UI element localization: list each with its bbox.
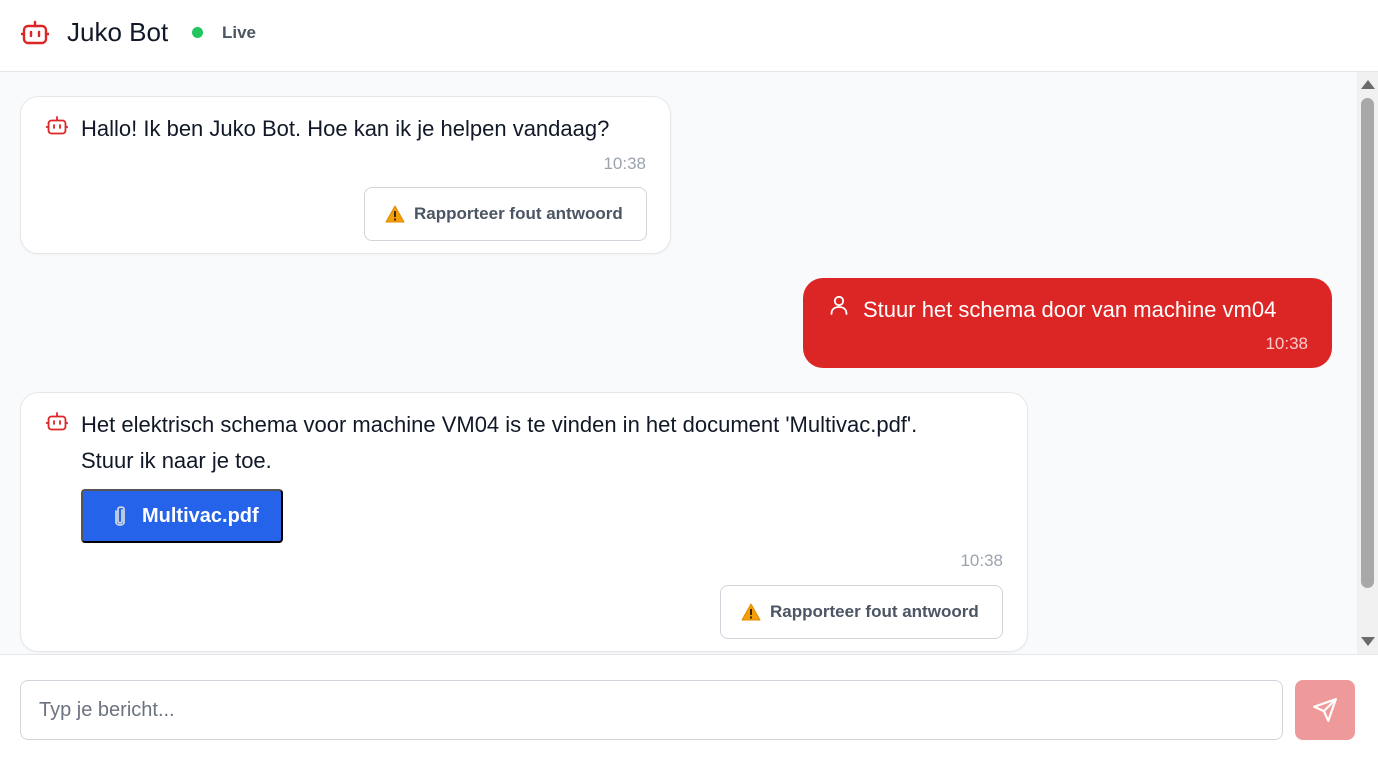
- chat-scrollbar[interactable]: [1357, 72, 1378, 654]
- message-timestamp: 10:38: [603, 154, 646, 173]
- live-status-label: Live: [222, 23, 257, 42]
- message-text: Het elektrisch schema voor machine VM04 …: [81, 412, 918, 437]
- message-text: Hallo! Ik ben Juko Bot. Hoe kan ik je he…: [81, 116, 610, 141]
- paperclip-icon: [115, 506, 125, 526]
- attachment-label: Multivac.pdf: [142, 504, 259, 527]
- user-icon: [830, 295, 848, 315]
- robot-icon: [21, 20, 49, 45]
- live-status-dot: [192, 27, 203, 38]
- bot-message: Het elektrisch schema voor machine VM04 …: [20, 392, 1028, 652]
- attachment-button[interactable]: Multivac.pdf: [81, 489, 283, 543]
- report-button-label: Rapporteer fout antwoord: [770, 602, 979, 621]
- scrollbar-thumb[interactable]: [1361, 98, 1374, 588]
- bot-message: Hallo! Ik ben Juko Bot. Hoe kan ik je he…: [20, 96, 671, 254]
- message-text: Stuur het schema door van machine vm04: [863, 297, 1277, 322]
- report-wrong-answer-button[interactable]: Rapporteer fout antwoord: [720, 585, 1003, 639]
- message-text: Stuur ik naar je toe.: [81, 448, 272, 473]
- app-title: Juko Bot: [67, 17, 169, 47]
- chat-messages: Hallo! Ik ben Juko Bot. Hoe kan ik je he…: [0, 72, 1357, 654]
- message-timestamp: 10:38: [1265, 334, 1308, 353]
- send-icon: [1313, 698, 1337, 722]
- warning-icon: [385, 205, 405, 223]
- send-button[interactable]: [1295, 680, 1355, 740]
- user-message: Stuur het schema door van machine vm04 1…: [803, 278, 1332, 368]
- chat-header: Juko Bot Live: [0, 0, 1378, 72]
- report-wrong-answer-button[interactable]: Rapporteer fout antwoord: [364, 187, 647, 241]
- message-input[interactable]: [20, 680, 1283, 740]
- message-timestamp: 10:38: [960, 551, 1003, 570]
- robot-icon: [46, 412, 68, 431]
- message-composer: [0, 654, 1378, 757]
- report-button-label: Rapporteer fout antwoord: [414, 204, 623, 223]
- scroll-down-arrow-icon[interactable]: [1361, 637, 1375, 646]
- robot-icon: [46, 116, 68, 135]
- warning-icon: [741, 603, 761, 621]
- scroll-up-arrow-icon[interactable]: [1361, 80, 1375, 89]
